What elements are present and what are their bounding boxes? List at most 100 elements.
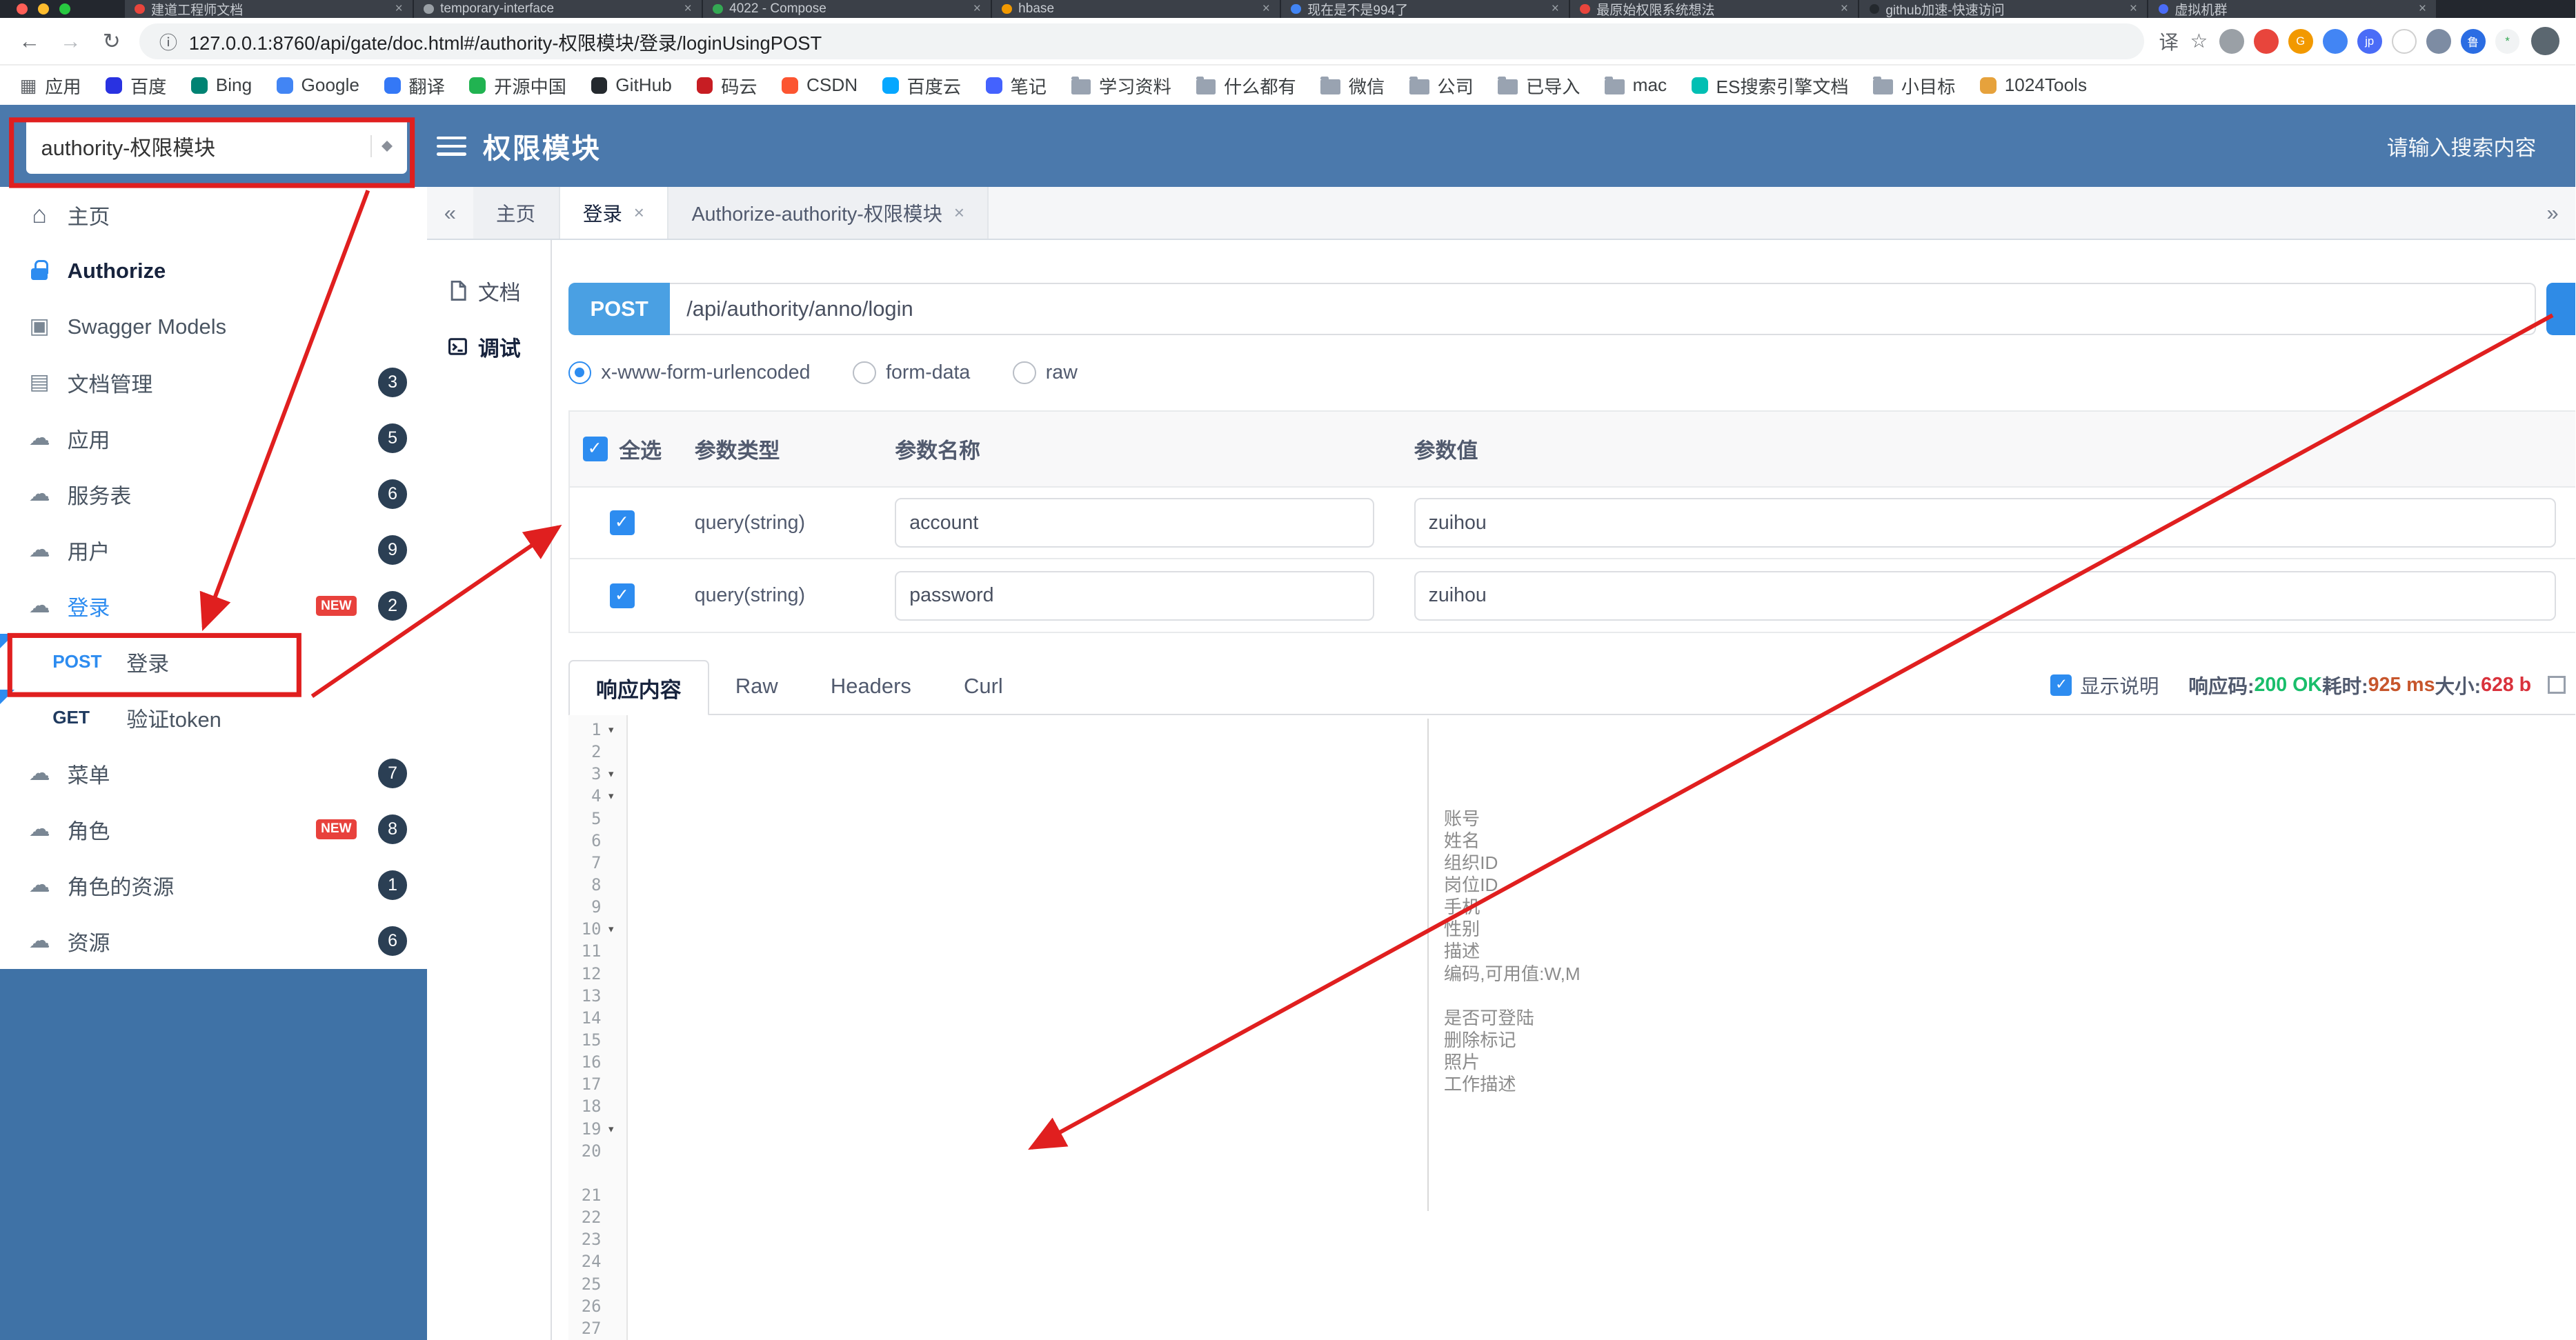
fold-icon[interactable]: ▾	[601, 1118, 621, 1140]
response-tab[interactable]: 响应内容	[568, 659, 709, 716]
bookmark[interactable]: 百度云	[882, 72, 961, 99]
sidebar-item[interactable]: 主页	[0, 187, 427, 243]
tab-document[interactable]: 文档	[427, 263, 551, 319]
collapse-right-icon[interactable]: »	[2530, 187, 2576, 238]
sidebar-item[interactable]: 服务表 6	[0, 466, 427, 522]
profile-avatar[interactable]	[2531, 27, 2559, 55]
bookmark[interactable]: 什么都有	[1196, 72, 1296, 99]
extension-icon[interactable]: jp	[2357, 28, 2382, 54]
bookmark[interactable]: ES搜索引擎文档	[1691, 72, 1849, 99]
send-button[interactable]: 发送	[2546, 282, 2576, 335]
module-select[interactable]: authority-权限模块	[26, 118, 408, 174]
tab-close-icon[interactable]: ×	[973, 1, 981, 17]
bookmark[interactable]: 开源中国	[469, 72, 566, 99]
radio-icon[interactable]	[1013, 361, 1036, 385]
bookmark[interactable]: GitHub	[591, 74, 672, 96]
sidebar-item[interactable]: 角色的资源 1	[0, 857, 427, 913]
content-type-radio[interactable]: form-data	[853, 361, 970, 385]
bookmark[interactable]: 百度	[106, 72, 166, 99]
tab-close-icon[interactable]: ×	[1841, 1, 1848, 17]
forward-icon[interactable]: →	[57, 29, 83, 54]
header-search-input[interactable]: 请输入搜索内容	[2387, 130, 2550, 161]
response-tab[interactable]: Headers	[804, 658, 938, 714]
extension-icon[interactable]	[2253, 28, 2279, 54]
param-value-input[interactable]	[1414, 498, 2556, 548]
bookmark[interactable]: 公司	[1409, 72, 1474, 99]
extension-icon[interactable]: 鲁	[2460, 28, 2486, 54]
row-checkbox[interactable]	[610, 583, 635, 608]
site-info-icon[interactable]: ⓘ	[159, 28, 177, 54]
document-tab[interactable]: Authorize-authority-权限模块 ×	[668, 187, 989, 239]
param-name-input[interactable]	[895, 498, 1375, 548]
bookmark[interactable]: 应用	[20, 72, 81, 99]
fold-icon[interactable]: ▾	[601, 785, 621, 807]
radio-icon[interactable]	[853, 361, 876, 385]
bookmark[interactable]: mac	[1605, 74, 1667, 96]
param-name-input[interactable]	[895, 571, 1375, 621]
bookmark[interactable]: 微信	[1320, 72, 1385, 99]
request-url-input[interactable]	[670, 282, 2537, 335]
extension-icon[interactable]: G	[2288, 28, 2313, 54]
extension-icon[interactable]	[2322, 28, 2348, 54]
menu-toggle-icon[interactable]	[437, 131, 467, 161]
browser-tab[interactable]: 4022 - Compose ×	[703, 0, 993, 19]
bookmark[interactable]: 翻译	[384, 72, 445, 99]
bookmark[interactable]: CSDN	[782, 74, 858, 96]
browser-tab[interactable]: 建道工程师文档 ×	[124, 0, 414, 19]
row-checkbox[interactable]	[610, 510, 635, 535]
close-window-icon[interactable]	[16, 3, 28, 15]
sidebar-item[interactable]: POST 登录	[0, 634, 427, 690]
document-tab[interactable]: 主页	[473, 187, 560, 239]
tab-debug[interactable]: 调试	[427, 319, 551, 374]
fold-icon[interactable]: ▾	[601, 918, 621, 940]
bookmark[interactable]: 小目标	[1873, 72, 1955, 99]
translate-icon[interactable]: 译	[2159, 27, 2179, 55]
fullscreen-icon[interactable]	[2547, 676, 2566, 694]
bookmark[interactable]: 学习资料	[1071, 72, 1171, 99]
browser-tab[interactable]: github加速-快速访问 ×	[1859, 0, 2149, 19]
bookmark[interactable]: Google	[276, 74, 359, 96]
collapse-left-icon[interactable]: «	[427, 187, 473, 238]
bookmark-star-icon[interactable]: ☆	[2190, 29, 2208, 53]
tab-close-icon[interactable]: ×	[1262, 1, 1270, 17]
sidebar-item[interactable]: 应用 5	[0, 410, 427, 466]
sidebar-item[interactable]: Authorize	[0, 243, 427, 299]
browser-tab[interactable]: 现在是不是994了 ×	[1281, 0, 1571, 19]
tab-close-icon[interactable]: ×	[954, 202, 964, 223]
sidebar-item[interactable]: 登录 NEW 2	[0, 578, 427, 634]
tab-close-icon[interactable]: ×	[2130, 1, 2137, 17]
sidebar-item[interactable]: 菜单 7	[0, 746, 427, 801]
tab-close-icon[interactable]: ×	[395, 1, 403, 17]
mac-window-controls[interactable]	[16, 3, 71, 15]
back-icon[interactable]: ←	[17, 29, 43, 54]
extension-icon[interactable]	[2426, 28, 2451, 54]
response-tab[interactable]: Curl	[938, 658, 1029, 714]
tab-close-icon[interactable]: ×	[634, 202, 644, 223]
address-bar[interactable]: ⓘ 127.0.0.1:8760/api/gate/doc.html#/auth…	[139, 23, 2144, 59]
param-value-input[interactable]	[1414, 571, 2556, 621]
extension-icon[interactable]: *	[2495, 28, 2520, 54]
extension-icon[interactable]	[2391, 28, 2417, 54]
tab-close-icon[interactable]: ×	[2419, 1, 2426, 17]
bookmark[interactable]: 1024Tools	[1980, 74, 2087, 96]
sidebar-item[interactable]: 文档管理 3	[0, 354, 427, 410]
show-description-checkbox[interactable]	[2050, 674, 2072, 696]
browser-tab[interactable]: temporary-interface ×	[414, 0, 704, 19]
fold-icon[interactable]: ▾	[601, 763, 621, 785]
browser-tab[interactable]: 虚拟机群 ×	[2148, 0, 2438, 19]
bookmark[interactable]: 笔记	[985, 72, 1047, 99]
extension-icon[interactable]	[2219, 28, 2244, 54]
document-tab[interactable]: 登录 ×	[559, 187, 669, 239]
fold-icon[interactable]: ▾	[601, 719, 621, 741]
response-tab[interactable]: Raw	[709, 658, 804, 714]
sidebar-item[interactable]: 资源 6	[0, 913, 427, 969]
content-type-radio[interactable]: raw	[1013, 361, 1078, 385]
maximize-window-icon[interactable]	[59, 3, 71, 15]
browser-tab[interactable]: hbase ×	[992, 0, 1282, 19]
bookmark[interactable]: 码云	[696, 72, 757, 99]
radio-icon[interactable]	[568, 361, 592, 385]
minimize-window-icon[interactable]	[37, 3, 50, 15]
sidebar-item[interactable]: 用户 9	[0, 522, 427, 578]
bookmark[interactable]: Bing	[191, 74, 252, 96]
bookmark[interactable]: 已导入	[1498, 72, 1580, 99]
